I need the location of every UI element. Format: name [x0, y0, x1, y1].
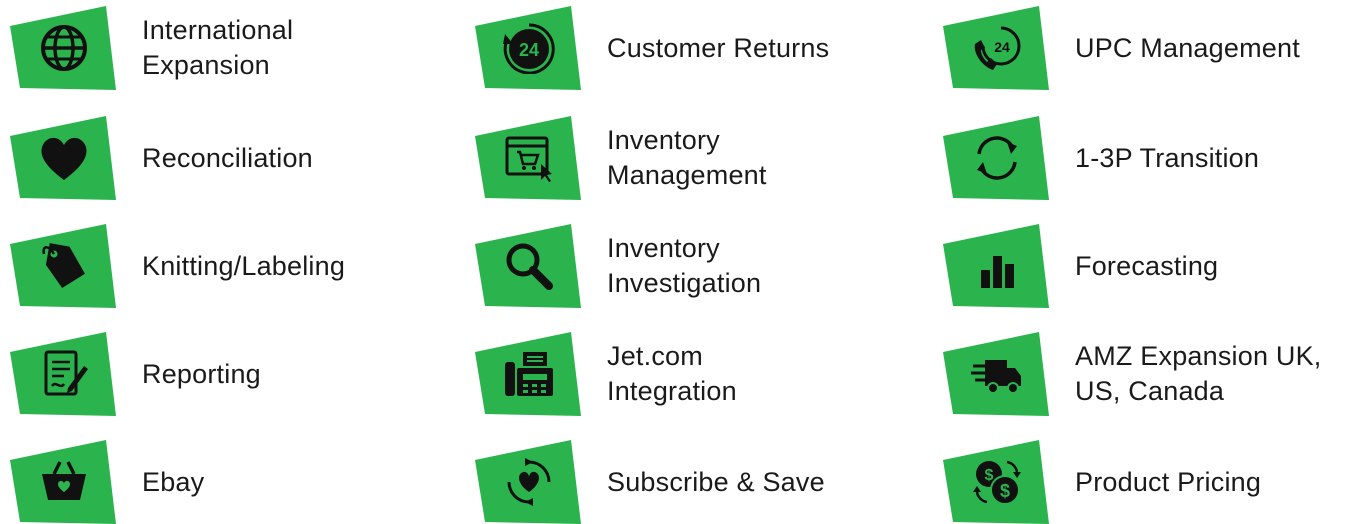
refresh-arrows-icon — [977, 136, 1017, 180]
globe-icon — [41, 25, 87, 71]
green-badge — [10, 116, 116, 200]
service-label: International Expansion — [142, 15, 294, 80]
services-grid: International Expansion Reconciliation K… — [0, 0, 1364, 524]
heart-refresh-icon — [507, 458, 551, 506]
delivery-truck-icon — [971, 360, 1021, 394]
coins-exchange-icon: $ $ — [973, 460, 1021, 505]
service-forecasting: Forecasting — [943, 224, 1218, 308]
svg-text:24: 24 — [994, 39, 1010, 55]
service-label: UPC Management — [1075, 32, 1300, 63]
service-jet-integration: Jet.com Integration — [475, 332, 737, 416]
service-reconciliation: Reconciliation — [10, 116, 313, 200]
service-label: 1-3P Transition — [1075, 142, 1260, 173]
phone-24-icon: 24 — [974, 26, 1021, 70]
service-inventory-investigation: Inventory Investigation — [475, 224, 761, 308]
web-cart-icon — [505, 136, 552, 182]
fax-machine-icon — [505, 352, 553, 396]
service-label: Jet.com Integration — [607, 341, 737, 406]
service-reporting: Reporting — [10, 332, 261, 416]
green-badge — [943, 332, 1049, 416]
green-badge: 24 — [475, 6, 581, 90]
service-international-expansion: International Expansion — [10, 6, 293, 90]
shopping-basket-icon — [42, 461, 86, 500]
service-label: Customer Returns — [607, 32, 830, 63]
svg-text:24: 24 — [519, 40, 539, 60]
service-ebay: Ebay — [10, 440, 204, 524]
service-label: Knitting/Labeling — [142, 250, 346, 281]
service-label: Reporting — [142, 358, 261, 389]
green-badge: $ $ — [943, 440, 1049, 524]
heart-icon — [41, 137, 87, 180]
green-badge — [943, 224, 1049, 308]
service-inventory-management: Inventory Management — [475, 116, 767, 200]
service-label: Subscribe & Save — [607, 466, 825, 497]
green-badge — [475, 332, 581, 416]
service-customer-returns: 24 Customer Returns — [475, 6, 829, 90]
green-badge — [943, 116, 1049, 200]
service-label: Reconciliation — [142, 142, 313, 173]
green-badge — [475, 224, 581, 308]
service-label: AMZ Expansion UK, US, Canada — [1075, 341, 1322, 406]
service-label: Ebay — [142, 466, 205, 497]
24-hours-icon: 24 — [503, 23, 555, 74]
green-badge — [475, 440, 581, 524]
green-badge — [10, 332, 116, 416]
service-1-3p-transition: 1-3P Transition — [943, 116, 1259, 200]
svg-text:$: $ — [1000, 481, 1010, 501]
service-label: Forecasting — [1075, 250, 1219, 281]
green-badge — [10, 6, 116, 90]
service-amz-expansion: AMZ Expansion UK, US, Canada — [943, 332, 1322, 416]
service-subscribe-save: Subscribe & Save — [475, 440, 825, 524]
service-knitting-labeling: Knitting/Labeling — [10, 224, 345, 308]
svg-text:$: $ — [985, 467, 994, 484]
bar-chart-icon — [981, 256, 1014, 288]
service-label: Inventory Management — [607, 125, 767, 190]
service-product-pricing: $ $ Product Pricing — [943, 440, 1261, 524]
document-edit-icon — [44, 350, 88, 396]
service-label: Inventory Investigation — [607, 233, 762, 298]
green-badge — [10, 440, 116, 524]
green-badge — [475, 116, 581, 200]
service-label: Product Pricing — [1075, 466, 1262, 497]
price-tag-icon — [42, 243, 85, 289]
service-upc-management: 24 UPC Management — [943, 6, 1300, 90]
green-badge: 24 — [943, 6, 1049, 90]
magnifier-icon — [506, 243, 553, 290]
green-badge — [10, 224, 116, 308]
